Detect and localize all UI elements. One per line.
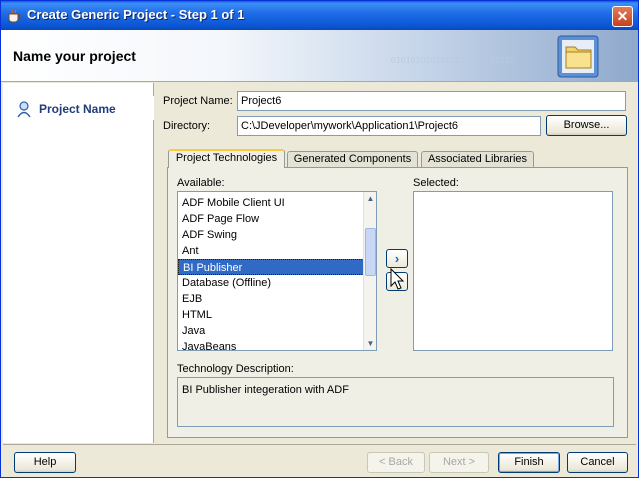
- window-title: Create Generic Project - Step 1 of 1: [27, 7, 245, 22]
- app-cup-icon: [8, 9, 21, 23]
- dialog-window: Create Generic Project - Step 1 of 1 ✕ N…: [0, 0, 639, 478]
- available-label: Available:: [177, 177, 225, 189]
- wizard-navigation: Project Name: [3, 83, 154, 443]
- selected-list[interactable]: [413, 191, 613, 351]
- technology-description-label: Technology Description:: [177, 363, 294, 375]
- tab-associated-libraries[interactable]: Associated Libraries: [421, 151, 534, 168]
- list-item[interactable]: Database (Offline): [178, 275, 376, 291]
- list-item[interactable]: BI Publisher: [178, 259, 376, 275]
- add-button[interactable]: ›: [386, 249, 408, 268]
- header-binary-pattern: 0101010101010101010101010: [391, 56, 515, 65]
- cancel-button[interactable]: Cancel: [567, 452, 628, 473]
- list-item[interactable]: Ant: [178, 243, 376, 259]
- user-bullet-icon: [17, 101, 31, 118]
- list-item[interactable]: HTML: [178, 307, 376, 323]
- finish-button[interactable]: Finish: [498, 452, 560, 473]
- technology-description-box: BI Publisher integeration with ADF: [177, 377, 614, 427]
- back-button[interactable]: < Back: [367, 452, 425, 473]
- list-item[interactable]: JavaBeans: [178, 339, 376, 350]
- available-list[interactable]: ADF Mobile Client UI ADF Page Flow ADF Swi…: [177, 191, 377, 351]
- directory-field[interactable]: C:\JDeveloper\mywork\Application1\Projec…: [237, 116, 541, 136]
- list-item[interactable]: ADF Page Flow: [178, 211, 376, 227]
- tab-generated-components[interactable]: Generated Components: [287, 151, 418, 168]
- page-title: Name your project: [13, 48, 136, 64]
- scroll-up-icon[interactable]: ▲: [364, 192, 376, 205]
- list-item[interactable]: EJB: [178, 291, 376, 307]
- scroll-thumb[interactable]: [365, 228, 376, 276]
- close-button[interactable]: ✕: [612, 6, 633, 27]
- nav-item-label: Project Name: [39, 102, 116, 116]
- selected-label: Selected:: [413, 177, 459, 189]
- folder-icon: [557, 35, 599, 78]
- list-item[interactable]: ADF Swing: [178, 227, 376, 243]
- wizard-header: Name your project 0101010101010101010101…: [1, 30, 638, 82]
- footer-separator: [3, 444, 636, 445]
- list-item[interactable]: Java: [178, 323, 376, 339]
- directory-label: Directory:: [163, 120, 211, 132]
- tab-project-technologies[interactable]: Project Technologies: [168, 149, 285, 168]
- nav-item-project-name[interactable]: Project Name: [3, 96, 154, 120]
- help-button[interactable]: Help: [14, 452, 76, 473]
- list-item[interactable]: ADF Mobile Client UI: [178, 195, 376, 211]
- next-button[interactable]: Next >: [429, 452, 489, 473]
- browse-button[interactable]: Browse...: [546, 115, 627, 136]
- title-bar[interactable]: Create Generic Project - Step 1 of 1 ✕: [1, 1, 638, 30]
- available-items: ADF Mobile Client UI ADF Page Flow ADF Swi…: [178, 192, 376, 350]
- project-name-field[interactable]: Project6: [237, 91, 626, 111]
- project-name-label: Project Name:: [163, 95, 233, 107]
- available-scrollbar[interactable]: ▲ ▼: [363, 192, 376, 350]
- scroll-down-icon[interactable]: ▼: [364, 337, 376, 350]
- mouse-cursor-icon: [390, 268, 405, 290]
